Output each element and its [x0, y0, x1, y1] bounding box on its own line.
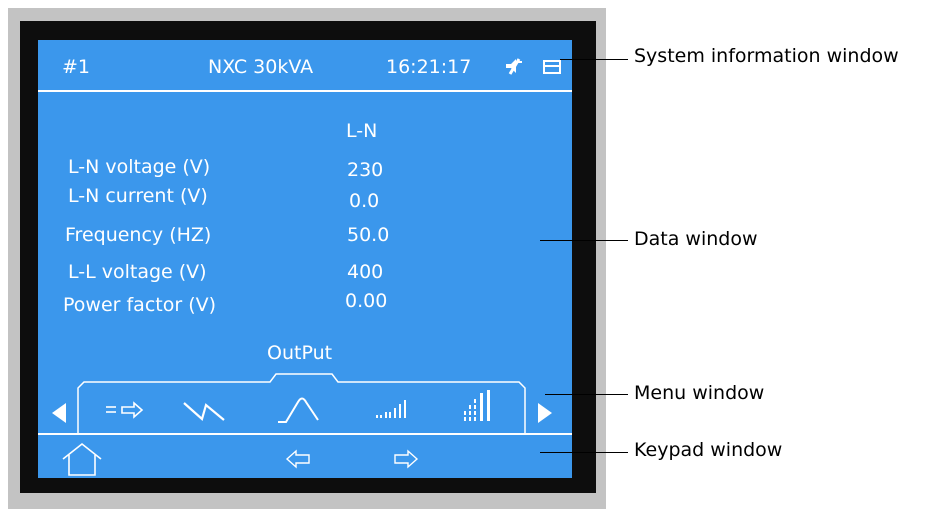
column-header: L-N [346, 120, 378, 142]
row-label-ln-voltage: L-N voltage (V) [68, 156, 211, 178]
dc-arrow-icon[interactable] [104, 400, 146, 424]
bar-grid-icon[interactable] [462, 389, 496, 427]
bypass-icon[interactable] [182, 400, 226, 426]
bars-icon[interactable] [374, 398, 414, 424]
model-label: NXC 30kVA [208, 56, 314, 78]
row-value-frequency: 50.0 [347, 224, 390, 246]
callout-line-keypad [540, 452, 628, 453]
menu-scroll-left-icon[interactable] [51, 402, 67, 428]
callout-menu-window: Menu window [634, 382, 765, 404]
row-value-ln-current: 0.0 [349, 190, 380, 212]
mute-speaker-icon[interactable] [504, 56, 524, 80]
home-icon[interactable] [60, 442, 104, 478]
ups-screen: #1 NXC 30kVA 16:21:17 L-N L-N voltage (V… [38, 40, 572, 478]
callout-system-information: System information window [634, 45, 899, 67]
row-value-ll-voltage: 400 [347, 261, 384, 283]
callout-line-system-info [560, 59, 628, 60]
row-label-ln-current: L-N current (V) [68, 185, 208, 207]
envelope-icon[interactable] [543, 59, 561, 78]
row-value-ln-voltage: 230 [347, 159, 384, 181]
row-label-frequency: Frequency (HZ) [65, 224, 212, 246]
left-arrow-icon[interactable] [285, 449, 311, 473]
menu-scroll-right-icon[interactable] [537, 402, 553, 428]
row-value-power-factor: 0.00 [345, 290, 388, 312]
callout-line-menu [545, 394, 628, 395]
system-bar-divider [38, 90, 572, 92]
output-sine-icon[interactable] [276, 392, 322, 430]
right-arrow-icon[interactable] [393, 449, 419, 473]
menu-selected-title: OutPut [267, 342, 333, 364]
callout-data-window: Data window [634, 228, 758, 250]
unit-number: #1 [62, 56, 91, 78]
clock-time: 16:21:17 [386, 56, 472, 78]
row-label-ll-voltage: L-L voltage (V) [68, 261, 207, 283]
callout-keypad-window: Keypad window [634, 439, 783, 461]
callout-line-data [540, 240, 628, 241]
row-label-power-factor: Power factor (V) [63, 294, 217, 316]
